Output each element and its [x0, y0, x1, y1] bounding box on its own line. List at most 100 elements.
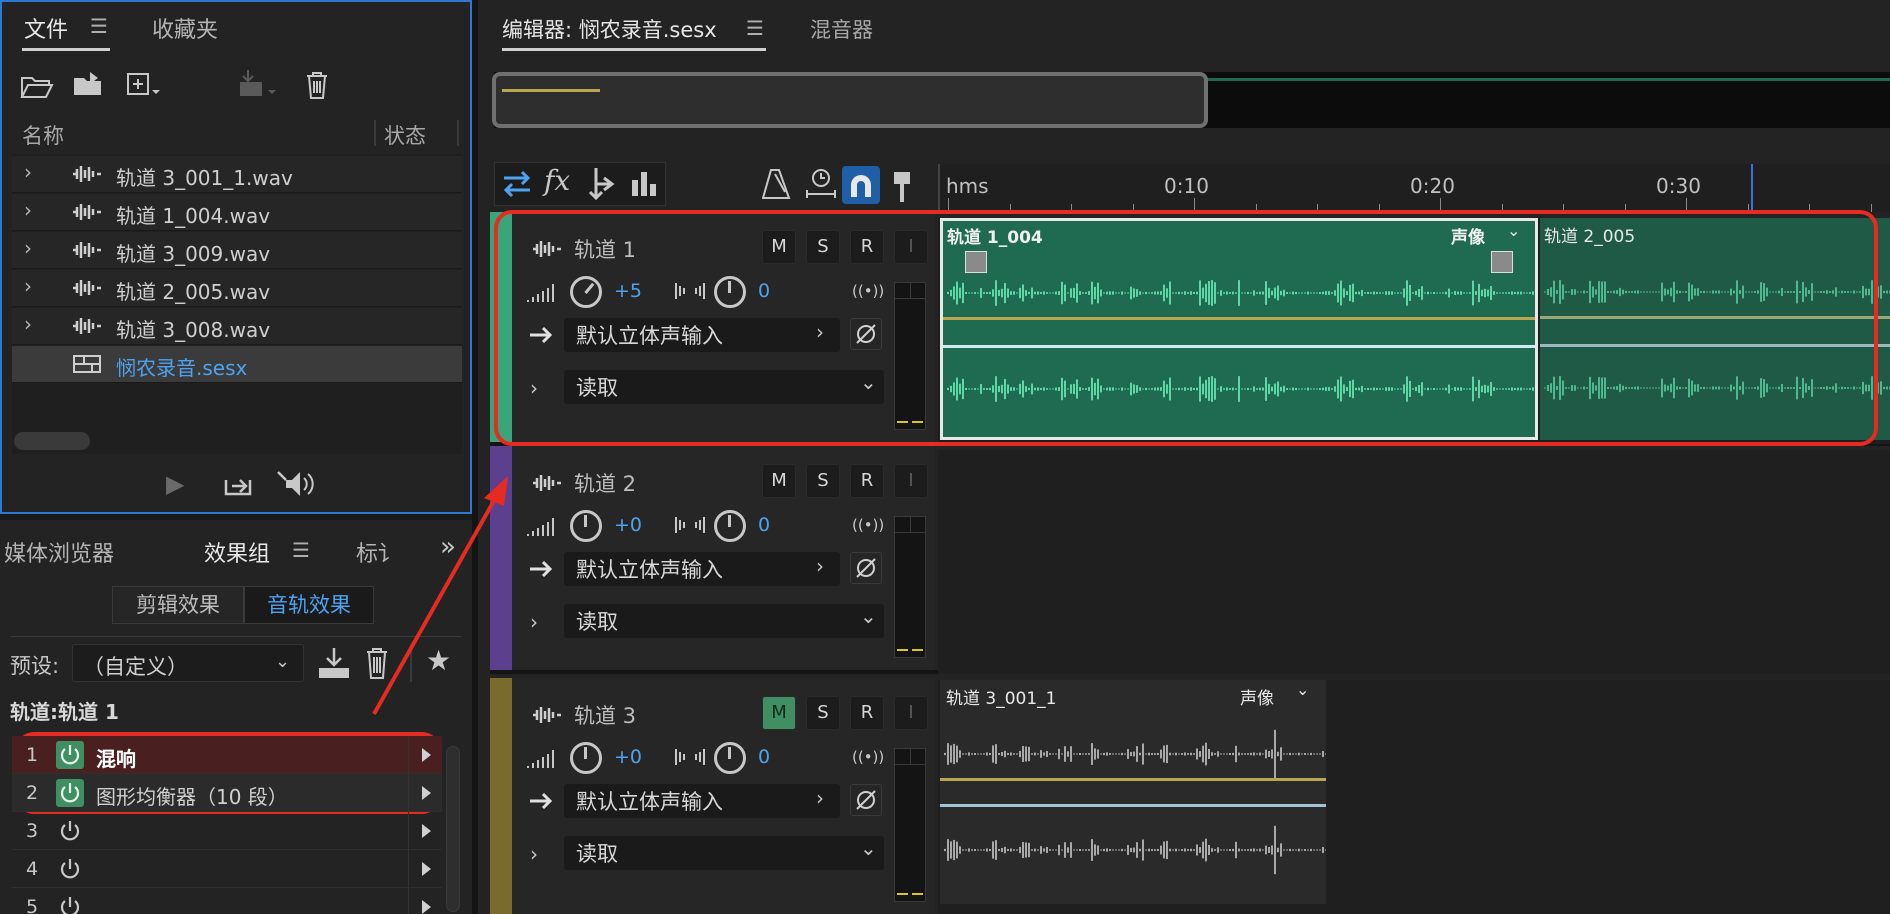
- file-list-item[interactable]: 悯农录音.sesx: [12, 346, 462, 383]
- tab-editor[interactable]: 编辑器: 悯农录音.sesx: [502, 14, 717, 44]
- tab-effects-rack[interactable]: 效果组: [204, 536, 270, 568]
- ruler-tick-mark: [1871, 204, 1872, 212]
- insert-icon: [240, 70, 276, 96]
- solo-button[interactable]: S: [806, 464, 840, 498]
- playhead[interactable]: [1751, 164, 1753, 212]
- preset-dropdown[interactable]: （自定义） ⌄: [72, 644, 304, 682]
- volume-value[interactable]: +0: [614, 514, 642, 536]
- effect-slot[interactable]: 4: [12, 850, 442, 888]
- file-list-item[interactable]: › 轨道 1_004.wav: [12, 194, 462, 231]
- effect-slot[interactable]: 3: [12, 812, 442, 850]
- effect-menu-arrow[interactable]: [408, 774, 442, 812]
- power-toggle[interactable]: [56, 817, 84, 845]
- import-icon[interactable]: [72, 70, 108, 100]
- volume-knob[interactable]: [570, 510, 602, 542]
- segment-track-effects[interactable]: 音轨效果: [244, 586, 374, 624]
- automation-mode-dropdown[interactable]: 读取 ⌄: [564, 836, 884, 870]
- phase-invert-button[interactable]: [850, 552, 882, 584]
- snap-magnet-button[interactable]: [842, 166, 880, 204]
- chevron-right-icon[interactable]: ›: [24, 236, 32, 260]
- automation-mode-dropdown[interactable]: 读取 ⌄: [564, 604, 884, 638]
- delete-icon[interactable]: [304, 70, 330, 100]
- tab-favorites[interactable]: 收藏夹: [152, 12, 218, 44]
- menu-icon[interactable]: ☰: [746, 16, 764, 40]
- swap-icon[interactable]: [500, 168, 534, 200]
- input-selector[interactable]: 默认立体声输入 ›: [564, 552, 840, 586]
- record-arm-button[interactable]: R: [850, 464, 884, 498]
- column-name-header[interactable]: 名称: [22, 120, 64, 150]
- volume-value[interactable]: +0: [614, 746, 642, 768]
- effect-slot[interactable]: 1 混响: [12, 736, 442, 774]
- horizontal-scrollbar[interactable]: [14, 432, 90, 450]
- menu-icon[interactable]: ☰: [292, 538, 310, 562]
- chevron-right-icon[interactable]: ›: [24, 198, 32, 222]
- file-list-item[interactable]: › 轨道 3_001_1.wav: [12, 156, 462, 193]
- pan-knob[interactable]: [714, 742, 746, 774]
- metronome-icon[interactable]: [762, 168, 792, 200]
- time-selection-icon[interactable]: [804, 166, 838, 200]
- chevron-right-icon: ›: [816, 554, 824, 578]
- input-label: 默认立体声输入: [576, 790, 723, 814]
- mute-button[interactable]: M: [762, 696, 796, 730]
- power-toggle[interactable]: [56, 741, 84, 769]
- waveform-track-icon: [532, 472, 562, 498]
- tab-files[interactable]: 文件: [24, 12, 68, 44]
- pan-knob[interactable]: [714, 510, 746, 542]
- input-selector[interactable]: 默认立体声输入 ›: [564, 784, 840, 818]
- slot-number: 2: [26, 782, 39, 804]
- effect-menu-arrow[interactable]: [408, 812, 442, 850]
- play-icon[interactable]: ▶: [166, 470, 184, 498]
- power-toggle[interactable]: [56, 779, 84, 807]
- zoom-navigator[interactable]: [492, 72, 1208, 128]
- effect-menu-arrow[interactable]: [408, 888, 442, 914]
- effect-menu-arrow[interactable]: [408, 736, 442, 774]
- segment-clip-effects[interactable]: 剪辑效果: [112, 586, 244, 624]
- file-list-item[interactable]: › 轨道 3_009.wav: [12, 232, 462, 269]
- menu-icon[interactable]: ☰: [90, 14, 108, 38]
- chevron-right-icon[interactable]: ›: [530, 610, 538, 634]
- send-icon[interactable]: [586, 166, 620, 202]
- effect-slot[interactable]: 5: [12, 888, 442, 914]
- chevron-right-icon[interactable]: ›: [24, 312, 32, 336]
- waveform-file-icon: [72, 201, 102, 223]
- input-monitor-button[interactable]: I: [894, 696, 928, 730]
- track-name[interactable]: 轨道 3: [574, 700, 636, 730]
- record-arm-button[interactable]: R: [850, 696, 884, 730]
- new-file-icon[interactable]: [126, 72, 162, 100]
- power-toggle[interactable]: [56, 893, 84, 914]
- auto-play-icon[interactable]: [276, 468, 320, 500]
- track-name[interactable]: 轨道 2: [574, 468, 636, 498]
- tab-mixer[interactable]: 混音器: [810, 14, 873, 44]
- vertical-scrollbar[interactable]: [446, 746, 460, 912]
- column-status-header[interactable]: 状态: [384, 120, 426, 150]
- chevron-down-icon[interactable]: ⌄: [1296, 680, 1309, 699]
- pan-value[interactable]: 0: [758, 514, 770, 536]
- phase-invert-button[interactable]: [850, 784, 882, 816]
- file-list-item[interactable]: › 轨道 3_008.wav: [12, 308, 462, 345]
- eq-icon[interactable]: [630, 168, 658, 198]
- open-folder-icon[interactable]: [20, 72, 54, 100]
- fx-icon[interactable]: fx: [544, 164, 570, 197]
- loop-play-icon[interactable]: [222, 470, 254, 498]
- stereo-icon[interactable]: ((•)): [852, 516, 884, 534]
- clip-track3-001-1[interactable]: 轨道 3_001_1 声像 ⌄: [940, 680, 1326, 904]
- ruler-unit: hms: [946, 174, 989, 198]
- pan-value[interactable]: 0: [758, 746, 770, 768]
- save-preset-icon[interactable]: [316, 646, 352, 680]
- volume-knob[interactable]: [570, 742, 602, 774]
- mute-button[interactable]: M: [762, 464, 796, 498]
- chevron-right-icon[interactable]: ›: [24, 160, 32, 184]
- stereo-icon[interactable]: ((•)): [852, 748, 884, 766]
- marker-icon[interactable]: [892, 170, 912, 204]
- solo-button[interactable]: S: [806, 696, 840, 730]
- effect-menu-arrow[interactable]: [408, 850, 442, 888]
- chevron-right-icon[interactable]: ›: [24, 274, 32, 298]
- power-toggle[interactable]: [56, 855, 84, 883]
- preset-label: 预设:: [10, 654, 60, 678]
- chevron-right-icon[interactable]: ›: [530, 842, 538, 866]
- input-monitor-button[interactable]: I: [894, 464, 928, 498]
- waveform-track-icon: [532, 704, 562, 730]
- effect-slot[interactable]: 2 图形均衡器（10 段）: [12, 774, 442, 812]
- tab-media-browser[interactable]: 媒体浏览器: [4, 536, 114, 568]
- file-list-item[interactable]: › 轨道 2_005.wav: [12, 270, 462, 307]
